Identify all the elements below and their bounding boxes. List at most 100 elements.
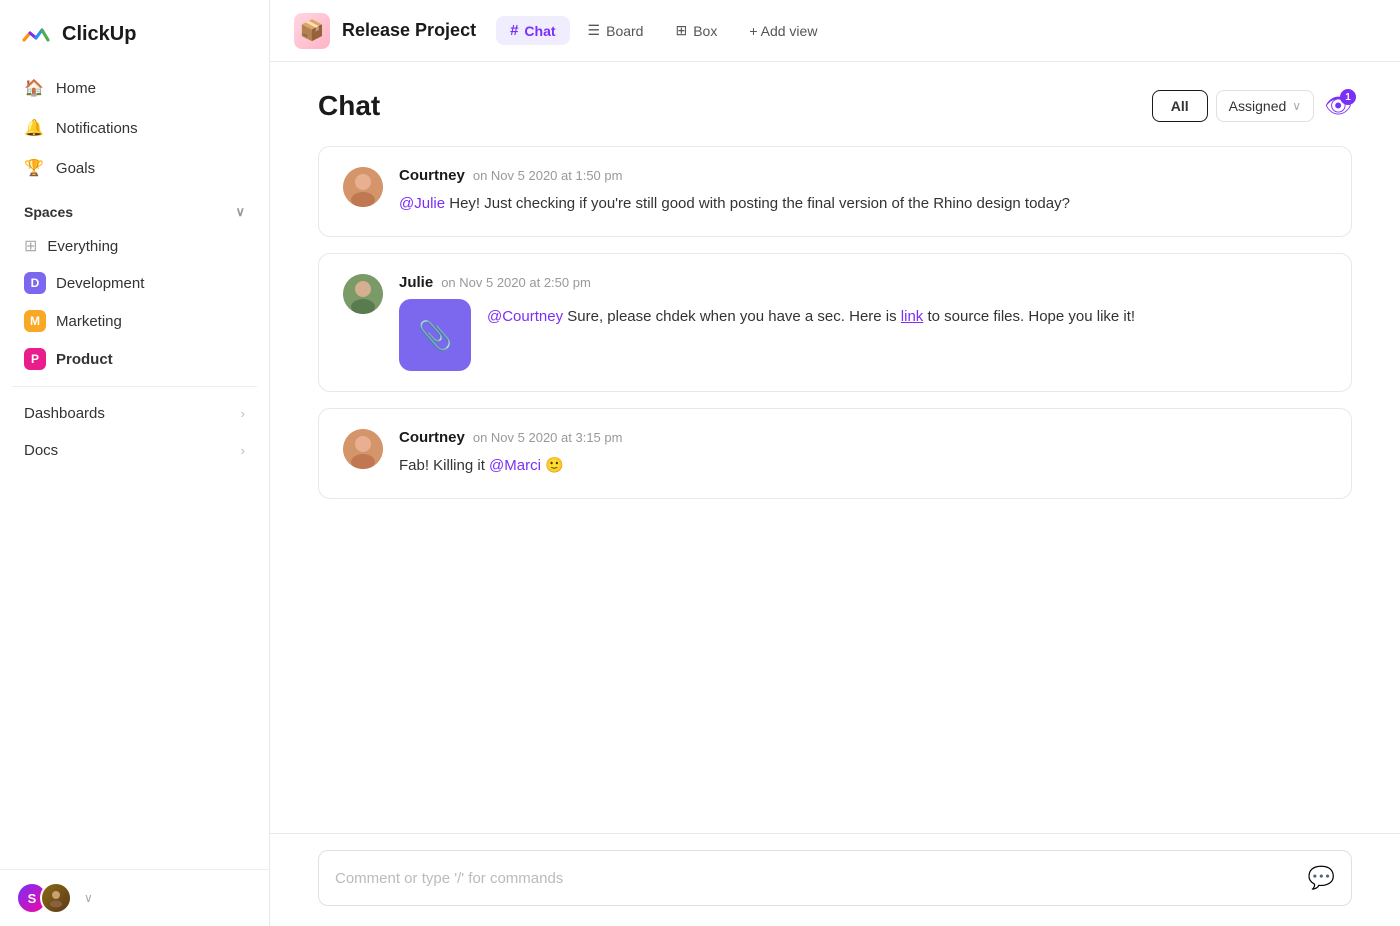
docs-chevron-icon: ›	[241, 443, 245, 458]
chat-tab-icon: #	[510, 22, 518, 39]
avatar-user	[40, 882, 72, 914]
sidebar-item-goals-label: Goals	[56, 160, 95, 177]
msg-time-3: on Nov 5 2020 at 3:15 pm	[473, 430, 623, 445]
tab-box[interactable]: ⊞ Box	[661, 16, 731, 45]
box-tab-label: Box	[693, 23, 717, 39]
sidebar: ClickUp 🏠 Home 🔔 Notifications 🏆 Goals S…	[0, 0, 270, 926]
msg-meta-2: Julie on Nov 5 2020 at 2:50 pm	[399, 274, 1327, 291]
sidebar-item-product-label: Product	[56, 351, 113, 368]
watch-button[interactable]: 👁 1	[1324, 93, 1352, 119]
sidebar-item-docs[interactable]: Docs ›	[12, 432, 257, 469]
sidebar-item-dashboards[interactable]: Dashboards ›	[12, 395, 257, 432]
everything-icon: ⊞	[24, 236, 37, 256]
msg-mention-julie: @Julie	[399, 195, 445, 212]
project-icon: 📦	[294, 13, 330, 49]
avatar-courtney-1	[343, 167, 383, 207]
filter-all-button[interactable]: All	[1152, 90, 1208, 122]
sidebar-item-goals[interactable]: 🏆 Goals	[12, 148, 257, 188]
sidebar-bottom: S ∨	[0, 869, 269, 926]
tab-chat[interactable]: # Chat	[496, 16, 569, 45]
msg-text-content-1: Hey! Just checking if you're still good …	[449, 195, 1070, 212]
assigned-label: Assigned	[1229, 98, 1287, 114]
sidebar-nav: 🏠 Home 🔔 Notifications 🏆 Goals	[0, 64, 269, 192]
msg-text-1: @Julie Hey! Just checking if you're stil…	[399, 192, 1327, 216]
box-tab-icon: ⊞	[675, 22, 687, 39]
sidebar-item-home-label: Home	[56, 80, 96, 97]
chat-header: Chat All Assigned ∨ 👁 1	[318, 90, 1352, 122]
board-tab-icon: ☰	[588, 22, 601, 39]
sidebar-docs-label: Docs	[24, 442, 58, 459]
courtney-avatar-image	[343, 167, 383, 207]
sidebar-section-divider	[12, 386, 257, 387]
avatar-julie	[343, 274, 383, 314]
development-badge: D	[24, 272, 46, 294]
chat-area: Chat All Assigned ∨ 👁 1	[270, 62, 1400, 833]
spaces-chevron-icon: ∨	[235, 204, 245, 220]
sidebar-item-marketing[interactable]: M Marketing	[0, 302, 269, 340]
avatar-s-label: S	[28, 891, 37, 906]
message-body-2: Julie on Nov 5 2020 at 2:50 pm 📎 @Courtn…	[399, 274, 1327, 371]
msg-author-1: Courtney	[399, 167, 465, 184]
clickup-logo-icon	[20, 18, 52, 50]
watch-badge: 1	[1340, 89, 1356, 105]
msg-text-3: Fab! Killing it @Marci 🙂	[399, 454, 1327, 478]
message-card-2: Julie on Nov 5 2020 at 2:50 pm 📎 @Courtn…	[318, 253, 1352, 392]
sidebar-item-notifications-label: Notifications	[56, 120, 138, 137]
msg-emoji-smile: 🙂	[545, 457, 564, 474]
spaces-label: Spaces	[24, 204, 73, 220]
project-title: Release Project	[342, 20, 476, 41]
sidebar-item-marketing-label: Marketing	[56, 313, 122, 330]
add-view-button[interactable]: + Add view	[735, 17, 831, 45]
dashboards-chevron-icon: ›	[241, 406, 245, 421]
trophy-icon: 🏆	[24, 158, 44, 178]
msg-meta-3: Courtney on Nov 5 2020 at 3:15 pm	[399, 429, 1327, 446]
msg-author-2: Julie	[399, 274, 433, 291]
msg-time-2: on Nov 5 2020 at 2:50 pm	[441, 275, 591, 290]
spaces-header[interactable]: Spaces ∨	[0, 192, 269, 228]
sidebar-item-development[interactable]: D Development	[0, 264, 269, 302]
board-tab-label: Board	[606, 23, 643, 39]
message-card-1: Courtney on Nov 5 2020 at 1:50 pm @Julie…	[318, 146, 1352, 237]
attachment-icon-block[interactable]: 📎	[399, 299, 471, 371]
comment-bar: Comment or type '/' for commands 💬	[270, 833, 1400, 926]
avatar-group[interactable]: S	[16, 882, 72, 914]
msg-mention-marci: @Marci	[489, 457, 541, 474]
sidebar-item-everything-label: Everything	[47, 238, 118, 255]
comment-input-area[interactable]: Comment or type '/' for commands 💬	[318, 850, 1352, 906]
msg-author-3: Courtney	[399, 429, 465, 446]
product-badge: P	[24, 348, 46, 370]
msg-mention-courtney: @Courtney	[487, 308, 563, 325]
chat-title: Chat	[318, 90, 380, 122]
paperclip-icon: 📎	[418, 319, 453, 352]
filter-assigned-dropdown[interactable]: Assigned ∨	[1216, 90, 1314, 122]
logo-area: ClickUp	[0, 0, 269, 64]
chat-tab-label: Chat	[524, 23, 555, 39]
msg-link-source[interactable]: link	[901, 308, 924, 325]
view-tabs: # Chat ☰ Board ⊞ Box + Add view	[496, 16, 831, 45]
sidebar-item-development-label: Development	[56, 275, 144, 292]
add-view-label: + Add view	[749, 23, 817, 39]
julie-avatar-image	[343, 274, 383, 314]
bell-icon: 🔔	[24, 118, 44, 138]
topbar: 📦 Release Project # Chat ☰ Board ⊞ Box +…	[270, 0, 1400, 62]
home-icon: 🏠	[24, 78, 44, 98]
tab-board[interactable]: ☰ Board	[574, 16, 658, 45]
sidebar-item-home[interactable]: 🏠 Home	[12, 68, 257, 108]
marketing-badge: M	[24, 310, 46, 332]
avatar-courtney-2	[343, 429, 383, 469]
msg-text-fab: Fab! Killing it	[399, 457, 489, 474]
sidebar-item-product[interactable]: P Product	[0, 340, 269, 378]
msg-time-1: on Nov 5 2020 at 1:50 pm	[473, 168, 623, 183]
attachment-row: 📎 @Courtney Sure, please chdek when you …	[399, 299, 1327, 371]
project-title-area: 📦 Release Project	[294, 13, 476, 49]
courtney-avatar-image-2	[343, 429, 383, 469]
message-body-1: Courtney on Nov 5 2020 at 1:50 pm @Julie…	[399, 167, 1327, 216]
sidebar-item-notifications[interactable]: 🔔 Notifications	[12, 108, 257, 148]
user-avatar-icon	[46, 888, 66, 908]
chat-filters: All Assigned ∨	[1152, 90, 1314, 122]
assigned-chevron-icon: ∨	[1292, 99, 1301, 113]
project-icon-emoji: 📦	[300, 18, 325, 43]
msg-text-content-2a: Sure, please chdek when you have a sec. …	[567, 308, 901, 325]
attachment-text: @Courtney Sure, please chdek when you ha…	[487, 299, 1135, 329]
sidebar-item-everything[interactable]: ⊞ Everything	[0, 228, 269, 264]
